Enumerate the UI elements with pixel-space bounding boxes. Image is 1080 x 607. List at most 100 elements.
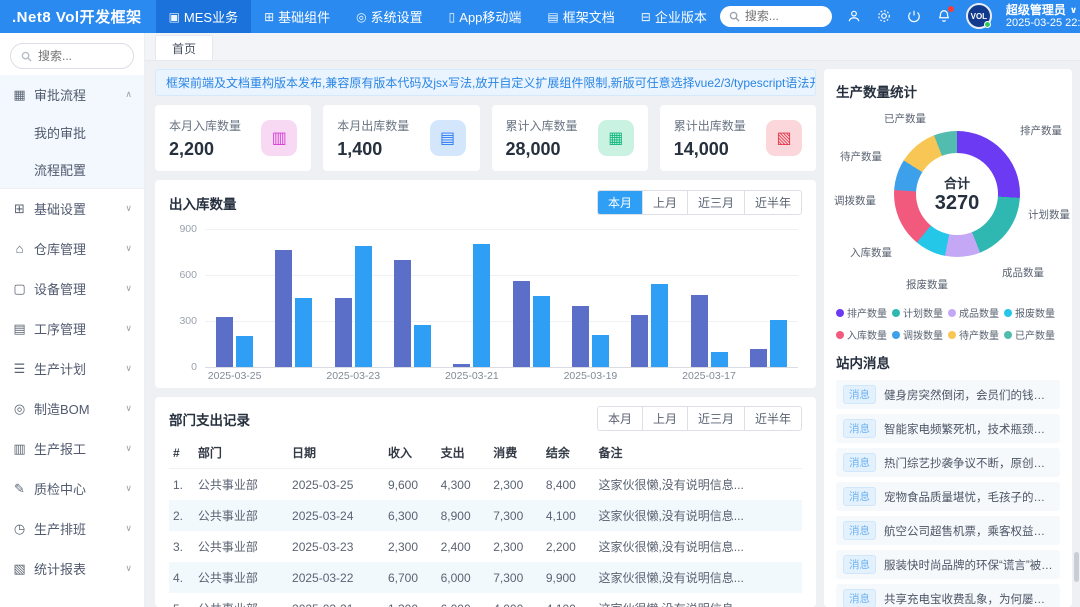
top-menu-item-App移动端[interactable]: ▯App移动端: [436, 0, 535, 33]
sidebar-subitem-我的审批[interactable]: 我的审批: [0, 114, 144, 151]
top-menu-item-基础组件[interactable]: ⊞基础组件: [251, 0, 343, 33]
sidebar-item-仓库管理[interactable]: ⌂仓库管理∨: [0, 229, 144, 268]
legend-item-报废数量[interactable]: 报废数量: [1004, 305, 1060, 320]
legend-item-入库数量[interactable]: 入库数量: [836, 327, 892, 342]
legend-item-已产数量[interactable]: 已产数量: [1004, 327, 1060, 342]
bar-series2[interactable]: [770, 320, 787, 367]
table-cell: 6,300: [384, 500, 437, 531]
sidebar-item-统计报表[interactable]: ▧统计报表∨: [0, 549, 144, 588]
pie-label-调拨数量: 调拨数量: [834, 193, 876, 208]
navbar-search-input[interactable]: [745, 9, 815, 23]
bar-group-2025-03-17: [691, 229, 728, 367]
navbar-search[interactable]: [720, 6, 832, 27]
message-item[interactable]: 消息共享充电宝收费乱象，为何屡禁不止？: [836, 584, 1060, 607]
bar-series1[interactable]: [394, 260, 411, 367]
bar-series1[interactable]: [572, 306, 589, 367]
bell-icon[interactable]: [936, 8, 952, 24]
legend-dot: [892, 331, 900, 339]
sidebar-item-工序管理[interactable]: ▤工序管理∨: [0, 309, 144, 348]
table-range-本月[interactable]: 本月: [598, 407, 642, 430]
sidebar-subitem-流程配置[interactable]: 流程配置: [0, 151, 144, 188]
bar-series2[interactable]: [295, 298, 312, 367]
message-item[interactable]: 消息航空公司超售机票，乘客权益如何保障？: [836, 516, 1060, 545]
table-cell: 这家伙很懒,没有说明信息...: [594, 562, 802, 593]
bar-series1[interactable]: [216, 317, 233, 367]
message-item[interactable]: 消息智能家电频繁死机，技术瓶颈待突破？: [836, 414, 1060, 443]
top-menu-item-系统设置[interactable]: ◎系统设置: [343, 0, 436, 33]
top-menu-item-框架文档[interactable]: ▤框架文档: [534, 0, 627, 33]
bar-series1[interactable]: [335, 298, 352, 367]
message-item[interactable]: 消息健身房突然倒闭，会员们的钱该如何追回？: [836, 380, 1060, 409]
sidebar-search-input[interactable]: [38, 49, 118, 63]
chevron-down-icon: ∨: [125, 443, 132, 454]
bar-series2[interactable]: [355, 246, 372, 367]
bar-series2[interactable]: [236, 336, 253, 367]
sidebar-item-审批流程[interactable]: ▦审批流程∧: [0, 75, 144, 114]
sidebar-group-生产计划: ☰生产计划∨: [0, 349, 144, 389]
sidebar-item-生产排班[interactable]: ◷生产排班∨: [0, 509, 144, 548]
table-range-上月[interactable]: 上月: [642, 407, 687, 430]
top-menu-label: 系统设置: [371, 7, 423, 26]
sidebar-item-基础设置[interactable]: ⊞基础设置∨: [0, 189, 144, 228]
bar-series1[interactable]: [275, 250, 292, 367]
stat-value: 2,200: [169, 139, 241, 160]
table-range-近三月[interactable]: 近三月: [687, 407, 744, 430]
avatar[interactable]: VOL: [966, 3, 992, 29]
table-row[interactable]: 1.公共事业部2025-03-259,6004,3002,3008,400这家伙…: [169, 469, 802, 501]
top-menu-item-企业版本[interactable]: ⊟企业版本: [628, 0, 720, 33]
table-row[interactable]: 5.公共事业部2025-03-211,3006,0004,0004,100这家伙…: [169, 593, 802, 607]
bar-series2[interactable]: [711, 352, 728, 367]
legend-item-待产数量[interactable]: 待产数量: [948, 327, 1004, 342]
top-menu-item-MES业务[interactable]: ▣MES业务: [156, 0, 252, 33]
message-item[interactable]: 消息宠物食品质量堪忧，毛孩子的健康谁守护？: [836, 482, 1060, 511]
search-icon: [21, 51, 32, 62]
legend-item-排产数量[interactable]: 排产数量: [836, 305, 892, 320]
message-item[interactable]: 消息热门综艺抄袭争议不断，原创之路在何方？: [836, 448, 1060, 477]
user-name[interactable]: 超级管理员∨: [1006, 3, 1080, 17]
sidebar-item-生产报工[interactable]: ▥生产报工∨: [0, 429, 144, 468]
message-item[interactable]: 消息服装快时尚品牌的环保“谎言”被戳破？: [836, 550, 1060, 579]
sidebar-search[interactable]: [10, 43, 134, 69]
user-icon[interactable]: [846, 8, 862, 24]
table-cell: 4,300: [437, 469, 490, 501]
x-axis-label: [620, 370, 679, 382]
sidebar-item-制造BOM[interactable]: ◎制造BOM∨: [0, 389, 144, 428]
table-cell: 6,700: [384, 562, 437, 593]
sidebar-item-生产计划[interactable]: ☰生产计划∨: [0, 349, 144, 388]
table-row[interactable]: 4.公共事业部2025-03-226,7006,0007,3009,900这家伙…: [169, 562, 802, 593]
legend-item-调拨数量[interactable]: 调拨数量: [892, 327, 948, 342]
power-icon[interactable]: [906, 8, 922, 24]
legend-item-计划数量[interactable]: 计划数量: [892, 305, 948, 320]
scrollbar-thumb[interactable]: [1074, 552, 1079, 582]
bar-series2[interactable]: [651, 284, 668, 367]
bar-series1[interactable]: [513, 281, 530, 367]
bar-series1[interactable]: [453, 364, 470, 367]
sidebar-item-设备管理[interactable]: ▢设备管理∨: [0, 269, 144, 308]
table-range-近半年[interactable]: 近半年: [744, 407, 801, 430]
message-text: 服装快时尚品牌的环保“谎言”被戳破？: [884, 557, 1053, 573]
bar-group-2025-03-22: [394, 229, 431, 367]
theme-icon[interactable]: [876, 8, 892, 24]
bar-series2[interactable]: [414, 325, 431, 367]
chart-range-近半年[interactable]: 近半年: [744, 191, 801, 214]
bar-series2[interactable]: [533, 296, 550, 367]
bar-series1[interactable]: [631, 315, 648, 367]
table-row[interactable]: 2.公共事业部2025-03-246,3008,9007,3004,100这家伙…: [169, 500, 802, 531]
message-badge: 消息: [843, 385, 876, 404]
bar-series1[interactable]: [691, 295, 708, 367]
docs-icon: ▤: [547, 10, 558, 24]
tab-首页[interactable]: 首页: [155, 35, 213, 60]
table-row[interactable]: 3.公共事业部2025-03-232,3002,4002,3002,200这家伙…: [169, 531, 802, 562]
calendar-icon: ▦: [12, 87, 27, 103]
sidebar-group-生产报工: ▥生产报工∨: [0, 429, 144, 469]
sidebar-item-质检中心[interactable]: ✎质检中心∨: [0, 469, 144, 508]
legend-dot: [948, 309, 956, 317]
bar-series2[interactable]: [473, 244, 490, 367]
chart-range-近三月[interactable]: 近三月: [687, 191, 744, 214]
chart-range-本月[interactable]: 本月: [598, 191, 642, 214]
chart-range-上月[interactable]: 上月: [642, 191, 687, 214]
legend-item-成品数量[interactable]: 成品数量: [948, 305, 1004, 320]
bar-series2[interactable]: [592, 335, 609, 367]
production-stats-title: 生产数量统计: [836, 81, 1060, 101]
bar-series1[interactable]: [750, 349, 767, 367]
